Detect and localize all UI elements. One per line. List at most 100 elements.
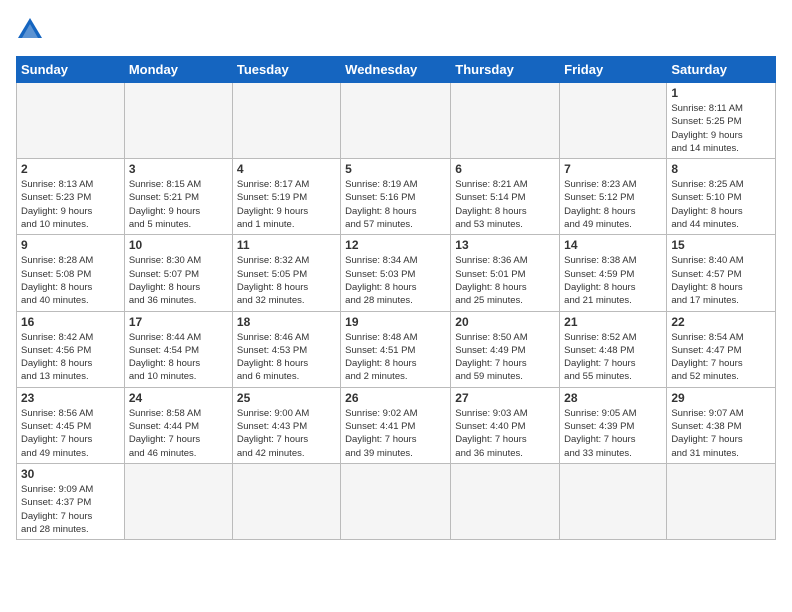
day-number: 20	[455, 315, 555, 329]
logo-icon	[16, 16, 44, 44]
calendar-cell: 1 Sunrise: 8:11 AM Sunset: 5:25 PM Daylig…	[667, 83, 776, 159]
calendar-cell: 29Sunrise: 9:07 AM Sunset: 4:38 PM Dayli…	[667, 387, 776, 463]
weekday-header: Wednesday	[341, 57, 451, 83]
day-info: Sunrise: 8:19 AM Sunset: 5:16 PM Dayligh…	[345, 178, 446, 231]
calendar-cell: 24 Sunrise: 8:58 AM Sunset: 4:44 PM Dayli…	[124, 387, 232, 463]
day-info: Sunrise: 8:23 AM Sunset: 5:12 PM Dayligh…	[564, 178, 662, 231]
day-number: 24	[129, 391, 228, 405]
day-number: 25	[237, 391, 336, 405]
day-number: 21	[564, 315, 662, 329]
day-info: Sunrise: 8:48 AM Sunset: 4:51 PM Dayligh…	[345, 331, 446, 384]
weekday-header: Sunday	[17, 57, 125, 83]
day-info: Sunrise: 8:46 AM Sunset: 4:53 PM Dayligh…	[237, 331, 336, 384]
calendar-cell: 7Sunrise: 8:23 AM Sunset: 5:12 PM Daylig…	[560, 159, 667, 235]
calendar-week-row: 30 Sunrise: 9:09 AM Sunset: 4:37 PM Dayli…	[17, 463, 776, 539]
day-info: Sunrise: 8:11 AM Sunset: 5:25 PM Dayligh…	[671, 102, 771, 155]
day-info: Sunrise: 8:44 AM Sunset: 4:54 PM Dayligh…	[129, 331, 228, 384]
day-number: 6	[455, 162, 555, 176]
day-info: Sunrise: 8:40 AM Sunset: 4:57 PM Dayligh…	[671, 254, 771, 307]
calendar-cell: 23 Sunrise: 8:56 AM Sunset: 4:45 PM Dayli…	[17, 387, 125, 463]
day-number: 1	[671, 86, 771, 100]
calendar-week-row: 2 Sunrise: 8:13 AM Sunset: 5:23 PM Daylig…	[17, 159, 776, 235]
weekday-header: Saturday	[667, 57, 776, 83]
day-info: Sunrise: 8:30 AM Sunset: 5:07 PM Dayligh…	[129, 254, 228, 307]
calendar-cell: 9 Sunrise: 8:28 AM Sunset: 5:08 PM Daylig…	[17, 235, 125, 311]
calendar-cell: 28 Sunrise: 9:05 AM Sunset: 4:39 PM Dayli…	[560, 387, 667, 463]
day-number: 17	[129, 315, 228, 329]
day-number: 2	[21, 162, 120, 176]
weekday-header: Friday	[560, 57, 667, 83]
day-number: 28	[564, 391, 662, 405]
calendar-cell	[124, 463, 232, 539]
day-info: Sunrise: 8:36 AM Sunset: 5:01 PM Dayligh…	[455, 254, 555, 307]
calendar-table: SundayMondayTuesdayWednesdayThursdayFrid…	[16, 56, 776, 540]
calendar-cell: 10 Sunrise: 8:30 AM Sunset: 5:07 PM Dayli…	[124, 235, 232, 311]
page: SundayMondayTuesdayWednesdayThursdayFrid…	[0, 0, 792, 612]
calendar-cell	[232, 83, 340, 159]
day-info: Sunrise: 8:38 AM Sunset: 4:59 PM Dayligh…	[564, 254, 662, 307]
day-number: 8	[671, 162, 771, 176]
header	[16, 16, 776, 44]
day-info: Sunrise: 8:34 AM Sunset: 5:03 PM Dayligh…	[345, 254, 446, 307]
calendar-cell: 16 Sunrise: 8:42 AM Sunset: 4:56 PM Dayli…	[17, 311, 125, 387]
calendar-week-row: 16 Sunrise: 8:42 AM Sunset: 4:56 PM Dayli…	[17, 311, 776, 387]
calendar-week-row: 9 Sunrise: 8:28 AM Sunset: 5:08 PM Daylig…	[17, 235, 776, 311]
day-info: Sunrise: 8:13 AM Sunset: 5:23 PM Dayligh…	[21, 178, 120, 231]
day-info: Sunrise: 9:09 AM Sunset: 4:37 PM Dayligh…	[21, 483, 120, 536]
day-info: Sunrise: 9:02 AM Sunset: 4:41 PM Dayligh…	[345, 407, 446, 460]
day-number: 23	[21, 391, 120, 405]
calendar-cell: 2 Sunrise: 8:13 AM Sunset: 5:23 PM Daylig…	[17, 159, 125, 235]
weekday-header: Monday	[124, 57, 232, 83]
calendar-cell: 8 Sunrise: 8:25 AM Sunset: 5:10 PM Daylig…	[667, 159, 776, 235]
day-info: Sunrise: 9:03 AM Sunset: 4:40 PM Dayligh…	[455, 407, 555, 460]
calendar-week-row: 1 Sunrise: 8:11 AM Sunset: 5:25 PM Daylig…	[17, 83, 776, 159]
calendar-cell	[232, 463, 340, 539]
calendar-cell: 6 Sunrise: 8:21 AM Sunset: 5:14 PM Daylig…	[451, 159, 560, 235]
weekday-header: Thursday	[451, 57, 560, 83]
calendar-cell: 5 Sunrise: 8:19 AM Sunset: 5:16 PM Daylig…	[341, 159, 451, 235]
calendar-cell	[341, 83, 451, 159]
day-info: Sunrise: 8:25 AM Sunset: 5:10 PM Dayligh…	[671, 178, 771, 231]
day-number: 18	[237, 315, 336, 329]
calendar-cell: 20 Sunrise: 8:50 AM Sunset: 4:49 PM Dayli…	[451, 311, 560, 387]
day-number: 16	[21, 315, 120, 329]
day-number: 9	[21, 238, 120, 252]
calendar-cell	[451, 83, 560, 159]
day-info: Sunrise: 8:28 AM Sunset: 5:08 PM Dayligh…	[21, 254, 120, 307]
calendar-cell: 13 Sunrise: 8:36 AM Sunset: 5:01 PM Dayli…	[451, 235, 560, 311]
day-number: 10	[129, 238, 228, 252]
calendar-cell	[124, 83, 232, 159]
calendar-cell	[560, 463, 667, 539]
day-number: 13	[455, 238, 555, 252]
calendar-header-row: SundayMondayTuesdayWednesdayThursdayFrid…	[17, 57, 776, 83]
calendar-cell: 12Sunrise: 8:34 AM Sunset: 5:03 PM Dayli…	[341, 235, 451, 311]
calendar-cell: 30 Sunrise: 9:09 AM Sunset: 4:37 PM Dayli…	[17, 463, 125, 539]
day-number: 19	[345, 315, 446, 329]
calendar-cell: 4Sunrise: 8:17 AM Sunset: 5:19 PM Daylig…	[232, 159, 340, 235]
day-info: Sunrise: 8:58 AM Sunset: 4:44 PM Dayligh…	[129, 407, 228, 460]
day-number: 5	[345, 162, 446, 176]
calendar-cell	[667, 463, 776, 539]
day-info: Sunrise: 8:15 AM Sunset: 5:21 PM Dayligh…	[129, 178, 228, 231]
calendar-cell: 25Sunrise: 9:00 AM Sunset: 4:43 PM Dayli…	[232, 387, 340, 463]
calendar-cell: 21 Sunrise: 8:52 AM Sunset: 4:48 PM Dayli…	[560, 311, 667, 387]
day-number: 3	[129, 162, 228, 176]
calendar-cell: 18 Sunrise: 8:46 AM Sunset: 4:53 PM Dayli…	[232, 311, 340, 387]
day-info: Sunrise: 8:52 AM Sunset: 4:48 PM Dayligh…	[564, 331, 662, 384]
day-info: Sunrise: 8:50 AM Sunset: 4:49 PM Dayligh…	[455, 331, 555, 384]
weekday-header: Tuesday	[232, 57, 340, 83]
day-info: Sunrise: 8:42 AM Sunset: 4:56 PM Dayligh…	[21, 331, 120, 384]
logo	[16, 16, 48, 44]
day-number: 22	[671, 315, 771, 329]
day-info: Sunrise: 8:21 AM Sunset: 5:14 PM Dayligh…	[455, 178, 555, 231]
day-number: 30	[21, 467, 120, 481]
day-number: 27	[455, 391, 555, 405]
calendar-cell: 26Sunrise: 9:02 AM Sunset: 4:41 PM Dayli…	[341, 387, 451, 463]
calendar-cell	[341, 463, 451, 539]
day-info: Sunrise: 8:56 AM Sunset: 4:45 PM Dayligh…	[21, 407, 120, 460]
day-info: Sunrise: 9:05 AM Sunset: 4:39 PM Dayligh…	[564, 407, 662, 460]
calendar-cell: 11Sunrise: 8:32 AM Sunset: 5:05 PM Dayli…	[232, 235, 340, 311]
day-info: Sunrise: 8:32 AM Sunset: 5:05 PM Dayligh…	[237, 254, 336, 307]
day-number: 4	[237, 162, 336, 176]
day-info: Sunrise: 8:54 AM Sunset: 4:47 PM Dayligh…	[671, 331, 771, 384]
